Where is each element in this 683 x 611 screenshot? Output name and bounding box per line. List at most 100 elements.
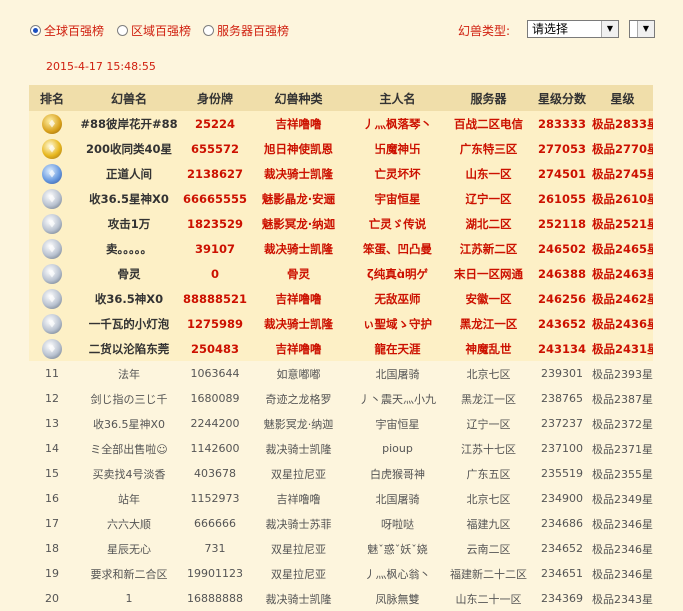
star-cell: 极品2610星 xyxy=(592,191,653,206)
table-row[interactable]: 18 星辰无心 731 双星拉尼亚 魅ˇ惑ˇ妖ˇ娆 云南二区 234652 极品… xyxy=(29,536,653,561)
table-row[interactable]: 骨灵 0 骨灵 ζ纯真ɑ̀明ゲ 末日一区网通 246388 极品2463星 xyxy=(29,261,653,286)
table-row[interactable]: 200收同类40星 655572 旭日神使凯恩 卐魔神卐 广东特三区 27705… xyxy=(29,136,653,161)
rank-cell xyxy=(29,336,75,361)
filter-bar: 全球百强榜 区域百强榜 服务器百强榜 幻兽类型: 请选择 ▼ ▼ xyxy=(0,0,683,50)
server-cell: 黑龙江一区 xyxy=(459,316,518,331)
header-id-tag[interactable]: 身份牌 xyxy=(183,85,247,111)
beast-name-cell[interactable]: 六六大顺 xyxy=(75,511,183,536)
beast-name-cell[interactable]: 站年 xyxy=(75,486,183,511)
star-cell: 极品2349星 xyxy=(592,492,653,506)
table-row[interactable]: 正道人间 2138627 裁决骑士凯隆 亡灵坏坏 山东一区 274501 极品2… xyxy=(29,161,653,186)
radio-global-top100[interactable]: 全球百强榜 xyxy=(30,22,104,39)
radio-button[interactable] xyxy=(30,25,41,36)
beast-name-cell[interactable]: 200收同类40星 xyxy=(75,136,183,161)
score-cell: 283333 xyxy=(537,116,586,131)
radio-button[interactable] xyxy=(117,25,128,36)
star-cell: 极品2346星 xyxy=(592,517,653,531)
beast-name-cell[interactable]: 二货以沦陷东莞 xyxy=(75,336,183,361)
table-row[interactable]: 15 买卖找4号淡香 403678 双星拉尼亚 白虎猴哥神 广东五区 23551… xyxy=(29,461,653,486)
table-row[interactable]: 13 收36.5星神X0 2244200 魅影冥龙·纳迦 宇宙恒星 辽宁一区 2… xyxy=(29,411,653,436)
beast-name-cell[interactable]: 正道人间 xyxy=(75,161,183,186)
beast-name-cell[interactable]: 剑じ指の三じ千 xyxy=(75,386,183,411)
beast-name-cell[interactable]: ミ全部出售啦☺ xyxy=(75,436,183,461)
score-cell: 246388 xyxy=(537,266,586,281)
species-cell: 双星拉尼亚 xyxy=(271,542,326,556)
table-row[interactable]: 11 法年 1063644 如意嘟嘟 北国屠骑 北京七区 239301 极品23… xyxy=(29,361,653,386)
header-star-level[interactable]: 星级 xyxy=(592,85,653,111)
beast-name-cell[interactable]: 要求和新二合区 xyxy=(75,561,183,586)
score-cell: 238765 xyxy=(541,392,583,405)
beast-name-cell[interactable]: 一千瓦的小灯泡 xyxy=(75,311,183,336)
chevron-down-icon[interactable]: ▼ xyxy=(637,21,654,37)
table-row[interactable]: 19 要求和新二合区 19901123 双星拉尼亚 丿灬枫心翁丶 福建新二十二区… xyxy=(29,561,653,586)
table-row[interactable]: 攻击1万 1823529 魅影冥龙·纳迦 亡灵ゞ传说 湖北二区 252118 极… xyxy=(29,211,653,236)
star-cell: 极品2462星 xyxy=(592,291,653,306)
chevron-down-icon[interactable]: ▼ xyxy=(601,21,618,37)
id-cell: 1680089 xyxy=(190,392,240,405)
beast-name-cell[interactable]: 收36.5星神X0 xyxy=(75,186,183,211)
score-cell: 237237 xyxy=(541,417,583,430)
header-star-score[interactable]: 星级分数 xyxy=(532,85,592,111)
id-cell: 666666 xyxy=(194,517,236,530)
beast-name-cell[interactable]: #88彼岸花开#88 xyxy=(75,111,183,136)
beast-name-cell[interactable]: 攻击1万 xyxy=(75,211,183,236)
id-cell: 88888521 xyxy=(183,291,247,306)
table-row[interactable]: 17 六六大顺 666666 裁决骑士苏菲 呀啦哒 福建九区 234686 极品… xyxy=(29,511,653,536)
beast-name-cell[interactable]: 卖。。。。。 xyxy=(75,236,183,261)
table-row[interactable]: #88彼岸花开#88 25224 吉祥噜噜 丿灬枫落琴丶 百战二区电信 2833… xyxy=(29,111,653,136)
silver-rank-icon xyxy=(42,338,62,359)
rank-cell xyxy=(29,136,75,161)
beast-name-cell[interactable]: 收36.5星神X0 xyxy=(75,411,183,436)
table-row[interactable]: 12 剑じ指の三じ千 1680089 奇迹之龙格罗 丿丶震天灬小九 黑龙江一区 … xyxy=(29,386,653,411)
star-cell: 极品2393星 xyxy=(592,367,653,381)
score-cell: 235519 xyxy=(541,467,583,480)
table-row[interactable]: 16 站年 1152973 吉祥噜噜 北国屠骑 北京七区 234900 极品23… xyxy=(29,486,653,511)
table-row[interactable]: 20 1 16888888 裁决骑士凯隆 凤脉無雙 山东二十一区 234369 … xyxy=(29,586,653,611)
table-row[interactable]: 二货以沦陷东莞 250483 吉祥噜噜 龍在天涯 神魔乱世 243134 极品2… xyxy=(29,336,653,361)
star-cell: 极品2521星 xyxy=(592,216,653,231)
score-cell: 261055 xyxy=(537,191,586,206)
species-cell: 奇迹之龙格罗 xyxy=(265,392,332,406)
table-row[interactable]: 收36.5神X0 88888521 吉祥噜噜 无敌巫师 安徽一区 246256 … xyxy=(29,286,653,311)
owner-cell: 亡灵ゞ传说 xyxy=(368,216,427,231)
update-timestamp: 2015-4-17 15:48:55 xyxy=(46,60,156,73)
header-beast-species[interactable]: 幻兽种类 xyxy=(247,85,350,111)
owner-cell: 北国屠骑 xyxy=(375,367,420,381)
rank-cell: 14 xyxy=(45,442,59,455)
beast-name-cell[interactable]: 买卖找4号淡香 xyxy=(75,461,183,486)
header-rank[interactable]: 排名 xyxy=(29,85,75,111)
server-cell: 北京七区 xyxy=(466,367,511,381)
table-row[interactable]: 一千瓦的小灯泡 1275989 裁决骑士凯隆 ぃ聖域ゝ守护 黑龙江一区 2436… xyxy=(29,311,653,336)
beast-name-cell[interactable]: 收36.5神X0 xyxy=(75,286,183,311)
header-server[interactable]: 服务器 xyxy=(445,85,532,111)
radio-button[interactable] xyxy=(203,25,214,36)
server-cell: 安徽一区 xyxy=(465,291,512,306)
gold-gem-rank-icon xyxy=(42,138,62,159)
beast-type-select[interactable]: 请选择 ▼ xyxy=(527,20,619,38)
radio-label: 全球百强榜 xyxy=(44,24,105,38)
rank-cell xyxy=(29,286,75,311)
server-cell: 湖北二区 xyxy=(465,216,512,231)
secondary-select[interactable]: ▼ xyxy=(629,20,655,38)
star-cell: 极品2465星 xyxy=(592,241,653,256)
header-owner-name[interactable]: 主人名 xyxy=(350,85,445,111)
owner-cell: 龍在天涯 xyxy=(374,341,421,356)
table-row[interactable]: 14 ミ全部出售啦☺ 1142600 裁决骑士凯隆 pioup 江苏十七区 23… xyxy=(29,436,653,461)
table-row[interactable]: 卖。。。。。 39107 裁决骑士凯隆 笨蛋、凹凸曼 江苏新二区 246502 … xyxy=(29,236,653,261)
header-beast-name[interactable]: 幻兽名 xyxy=(75,85,183,111)
radio-server-top100[interactable]: 服务器百强榜 xyxy=(203,22,289,39)
score-cell: 246502 xyxy=(537,241,586,256)
server-cell: 末日一区网通 xyxy=(454,266,523,281)
server-cell: 辽宁一区 xyxy=(465,191,512,206)
table-header-row: 排名 幻兽名 身份牌 幻兽种类 主人名 服务器 星级分数 星级 xyxy=(29,85,653,111)
beast-name-cell[interactable]: 法年 xyxy=(75,361,183,386)
silver-rank-icon xyxy=(42,188,62,209)
beast-name-cell[interactable]: 骨灵 xyxy=(75,261,183,286)
table-row[interactable]: 收36.5星神X0 66665555 魅影晶龙·安逦 宇宙恒星 辽宁一区 261… xyxy=(29,186,653,211)
owner-cell: 北国屠骑 xyxy=(375,492,420,506)
rank-cell xyxy=(29,211,75,236)
beast-name-cell[interactable]: 1 xyxy=(75,586,183,611)
id-cell: 731 xyxy=(204,542,226,555)
radio-region-top100[interactable]: 区域百强榜 xyxy=(117,22,191,39)
beast-name-cell[interactable]: 星辰无心 xyxy=(75,536,183,561)
